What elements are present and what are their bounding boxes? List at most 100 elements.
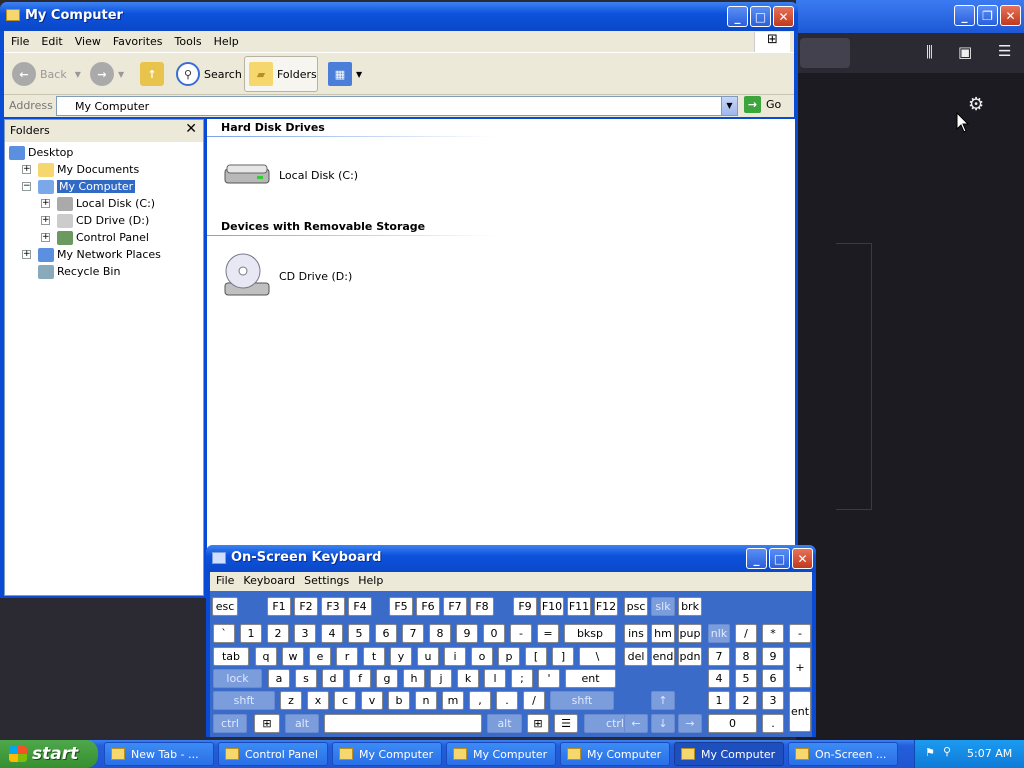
osk-key[interactable]: p <box>498 647 520 666</box>
expand-icon[interactable]: + <box>22 250 31 259</box>
osk-key[interactable]: alt <box>487 714 522 733</box>
osk-key[interactable]: F3 <box>321 597 345 616</box>
osk-key[interactable]: pdn <box>678 647 702 666</box>
minimize-button[interactable]: _ <box>727 6 748 27</box>
osk-key[interactable]: 2 <box>267 624 289 643</box>
osk-key[interactable]: bksp <box>564 624 616 643</box>
osk-key[interactable]: 4 <box>321 624 343 643</box>
osk-key[interactable]: ent <box>565 669 616 688</box>
expand-icon[interactable]: + <box>41 233 50 242</box>
menu-tools[interactable]: Tools <box>168 31 207 48</box>
osk-key[interactable]: ↑ <box>651 691 675 710</box>
osk-menu-keyboard[interactable]: Keyboard <box>237 572 298 587</box>
osk-key[interactable]: F12 <box>594 597 618 616</box>
osk-key[interactable]: F9 <box>513 597 537 616</box>
osk-key[interactable]: lock <box>213 669 262 688</box>
osk-key[interactable]: s <box>295 669 317 688</box>
menu-edit[interactable]: Edit <box>34 31 67 48</box>
tree-item[interactable]: + Control Panel <box>41 229 149 246</box>
osk-key[interactable]: x <box>307 691 329 710</box>
osk-key[interactable]: nlk <box>708 624 730 643</box>
osk-key[interactable]: k <box>457 669 479 688</box>
osk-key[interactable]: pup <box>678 624 702 643</box>
osk-key[interactable]: F1 <box>267 597 291 616</box>
osk-key[interactable]: 9 <box>456 624 478 643</box>
osk-key[interactable]: ' <box>538 669 560 688</box>
expand-icon[interactable]: + <box>22 165 31 174</box>
minimize-button[interactable]: _ <box>746 548 767 569</box>
osk-key[interactable]: v <box>361 691 383 710</box>
views-button[interactable]: ▦ ▼ <box>328 56 362 92</box>
folders-button[interactable]: ▰ Folders <box>244 56 318 92</box>
osk-titlebar[interactable]: On-Screen Keyboard _ □ ✕ <box>206 545 816 572</box>
tree-item[interactable]: + My Documents <box>22 161 139 178</box>
menu-view[interactable]: View <box>68 31 106 48</box>
osk-key[interactable]: F6 <box>416 597 440 616</box>
minimize-button[interactable]: _ <box>954 5 975 26</box>
osk-key[interactable]: t <box>363 647 385 666</box>
osk-key[interactable]: ⊞ <box>527 714 549 733</box>
osk-key[interactable]: brk <box>678 597 702 616</box>
osk-key[interactable]: ins <box>624 624 648 643</box>
taskbar-button[interactable]: My Computer <box>332 742 442 766</box>
osk-key[interactable]: 0 <box>708 714 757 733</box>
tree-item[interactable]: + CD Drive (D:) <box>41 212 149 229</box>
osk-key[interactable]: 6 <box>762 669 784 688</box>
osk-key[interactable]: / <box>523 691 545 710</box>
osk-key[interactable]: 0 <box>483 624 505 643</box>
expand-icon[interactable]: + <box>41 216 50 225</box>
explorer-titlebar[interactable]: My Computer _ □ ✕ <box>0 2 798 31</box>
osk-key[interactable]: ↓ <box>651 714 675 733</box>
osk-key[interactable]: 5 <box>735 669 757 688</box>
osk-key[interactable]: n <box>415 691 437 710</box>
osk-key[interactable]: alt <box>285 714 319 733</box>
go-button[interactable]: → Go <box>744 96 781 113</box>
maximize-button[interactable]: □ <box>769 548 790 569</box>
osk-key[interactable]: o <box>471 647 493 666</box>
close-button[interactable]: ✕ <box>792 548 813 569</box>
address-input[interactable]: My Computer ▼ <box>56 96 738 116</box>
osk-key[interactable]: + <box>789 647 811 688</box>
osk-key[interactable]: F11 <box>567 597 591 616</box>
osk-key[interactable]: ctrl <box>213 714 247 733</box>
local-disk-item[interactable]: Local Disk (C:) <box>223 159 358 191</box>
tree-item[interactable]: Recycle Bin <box>38 263 120 280</box>
osk-key[interactable]: ☰ <box>554 714 578 733</box>
osk-key[interactable]: u <box>417 647 439 666</box>
osk-key[interactable]: 3 <box>294 624 316 643</box>
osk-key[interactable]: F10 <box>540 597 564 616</box>
osk-key[interactable]: y <box>390 647 412 666</box>
osk-key[interactable]: d <box>322 669 344 688</box>
osk-key[interactable]: 1 <box>708 691 730 710</box>
osk-key[interactable]: hm <box>651 624 675 643</box>
close-button[interactable]: ✕ <box>773 6 794 27</box>
tree-item[interactable]: Desktop <box>9 144 73 161</box>
maximize-button[interactable]: □ <box>750 6 771 27</box>
osk-key[interactable]: w <box>282 647 304 666</box>
osk-key[interactable]: shft <box>550 691 614 710</box>
osk-key[interactable]: * <box>762 624 784 643</box>
osk-menu-help[interactable]: Help <box>352 572 386 587</box>
osk-key[interactable]: b <box>388 691 410 710</box>
taskbar-button[interactable]: Control Panel <box>218 742 328 766</box>
hamburger-menu-icon[interactable]: ☰ <box>998 42 1011 60</box>
osk-key[interactable]: shft <box>213 691 275 710</box>
osk-key[interactable]: \ <box>579 647 616 666</box>
osk-key[interactable]: j <box>430 669 452 688</box>
menu-help[interactable]: Help <box>207 31 244 48</box>
start-button[interactable]: start <box>0 740 98 768</box>
osk-key[interactable]: ← <box>624 714 648 733</box>
osk-key[interactable]: 9 <box>762 647 784 666</box>
osk-key[interactable]: 1 <box>240 624 262 643</box>
osk-key[interactable]: F4 <box>348 597 372 616</box>
sidebar-icon[interactable]: ▣ <box>958 43 972 61</box>
osk-key[interactable]: 6 <box>375 624 397 643</box>
restore-button[interactable]: ❐ <box>977 5 998 26</box>
taskbar-button[interactable]: New Tab - ... <box>104 742 214 766</box>
back-button[interactable]: ← Back ▼ <box>12 56 81 92</box>
osk-key[interactable]: - <box>789 624 811 643</box>
library-icon[interactable]: ⫼ <box>926 43 933 61</box>
osk-key[interactable]: g <box>376 669 398 688</box>
osk-key[interactable]: tab <box>213 647 249 666</box>
osk-key[interactable]: slk <box>651 597 675 616</box>
